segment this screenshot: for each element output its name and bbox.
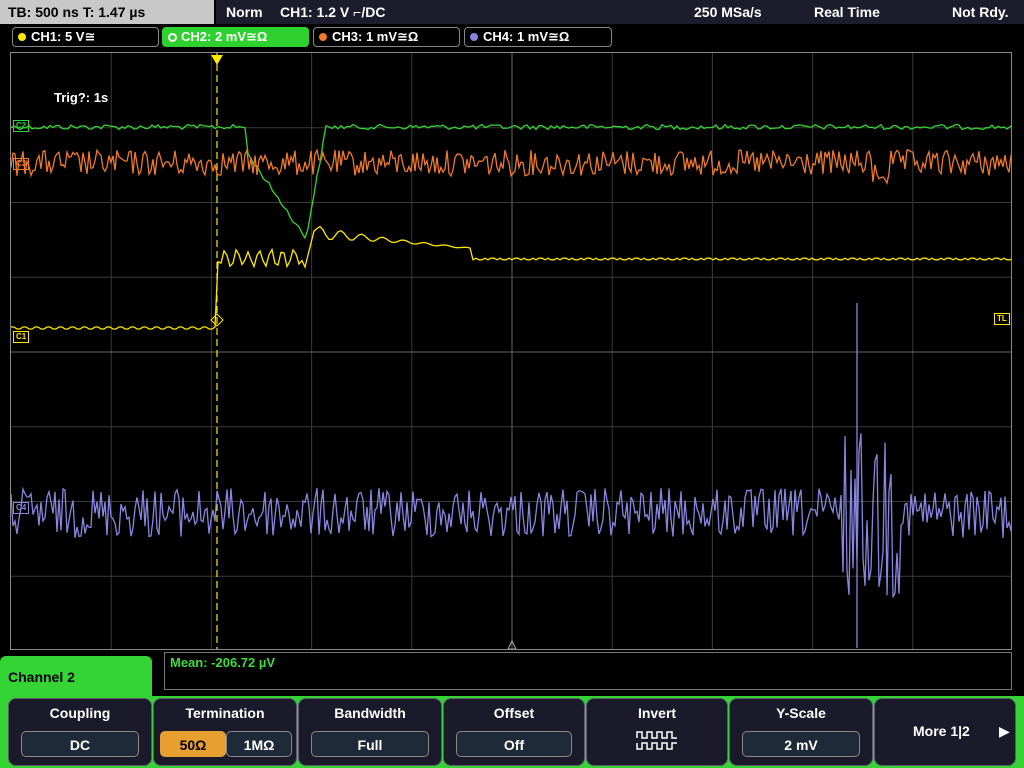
more-label: More 1|2 xyxy=(913,723,970,739)
termination-title: Termination xyxy=(185,705,265,721)
trigger-level-marker[interactable]: TL xyxy=(994,313,1010,325)
waveform-display[interactable] xyxy=(10,52,1012,650)
sample-rate: 250 MSa/s xyxy=(694,4,762,20)
trigger-wait-text: Trig?: 1s xyxy=(54,90,109,105)
acquisition-mode[interactable]: Real Time xyxy=(814,0,880,24)
measurement-mean: Mean: -206.72 µV xyxy=(170,655,276,670)
bandwidth-value[interactable]: Full xyxy=(311,731,429,757)
trigger-readout[interactable]: CH1: 1.2 V ⌐/DC xyxy=(280,0,385,24)
tab-ch4[interactable]: CH4: 1 mV≅Ω xyxy=(464,27,612,47)
termination-softkey[interactable]: Termination 50Ω 1MΩ xyxy=(153,698,297,766)
more-softkey[interactable]: More 1|2 ▶ xyxy=(874,698,1016,766)
yscale-value[interactable]: 2 mV xyxy=(742,731,860,757)
status-bar: Norm CH1: 1.2 V ⌐/DC 250 MSa/s Real Time… xyxy=(216,0,1024,24)
ch1-color-dot xyxy=(18,33,26,41)
trigger-mode[interactable]: Norm xyxy=(226,0,263,24)
invert-softkey[interactable]: Invert xyxy=(586,698,728,766)
tab-ch4-label: CH4: 1 mV≅Ω xyxy=(483,29,570,44)
trigger-position-icon xyxy=(211,55,223,65)
bandwidth-title: Bandwidth xyxy=(334,705,406,721)
measurement-bar xyxy=(164,652,1012,690)
yscale-softkey[interactable]: Y-Scale 2 mV xyxy=(729,698,873,766)
tab-ch2[interactable]: CH2: 2 mV≅Ω xyxy=(162,27,309,47)
channel-tabs: CH1: 5 V≅ CH2: 2 mV≅Ω CH3: 1 mV≅Ω CH4: 1… xyxy=(0,26,1024,50)
tab-ch2-label: CH2: 2 mV≅Ω xyxy=(181,29,268,44)
page-arrow-icon: ▶ xyxy=(999,723,1010,739)
offset-value[interactable]: Off xyxy=(456,731,572,757)
invert-title: Invert xyxy=(637,705,677,721)
coupling-value[interactable]: DC xyxy=(21,731,139,757)
menu-title: Channel 2 xyxy=(0,656,152,696)
timebase-readout[interactable]: TB: 500 ns T: 1.47 µs xyxy=(0,0,214,24)
tab-ch1[interactable]: CH1: 5 V≅ xyxy=(12,27,159,47)
ch3-offset-marker[interactable]: C3 xyxy=(13,158,30,170)
waveform-canvas xyxy=(11,53,1011,649)
ch4-offset-marker[interactable]: C4 xyxy=(13,502,30,514)
tab-ch3[interactable]: CH3: 1 mV≅Ω xyxy=(313,27,460,47)
ch2-offset-marker[interactable]: C2 xyxy=(13,120,30,132)
bandwidth-softkey[interactable]: Bandwidth Full xyxy=(298,698,442,766)
ch4-color-dot xyxy=(470,33,478,41)
tab-ch1-label: CH1: 5 V≅ xyxy=(31,29,96,44)
coupling-title: Coupling xyxy=(49,705,111,721)
trigger-status: Not Rdy. xyxy=(952,4,1009,20)
ch2-color-dot xyxy=(168,33,177,42)
termination-1mohm[interactable]: 1MΩ xyxy=(226,731,292,757)
yscale-title: Y-Scale xyxy=(776,705,826,721)
invert-waveform-icon xyxy=(636,731,677,750)
termination-50ohm[interactable]: 50Ω xyxy=(160,731,226,757)
ch3-color-dot xyxy=(319,33,327,41)
offset-softkey[interactable]: Offset Off xyxy=(443,698,585,766)
ch1-offset-marker[interactable]: C1 xyxy=(13,331,30,343)
offset-title: Offset xyxy=(493,705,535,721)
coupling-softkey[interactable]: Coupling DC xyxy=(8,698,152,766)
tab-ch3-label: CH3: 1 mV≅Ω xyxy=(332,29,419,44)
